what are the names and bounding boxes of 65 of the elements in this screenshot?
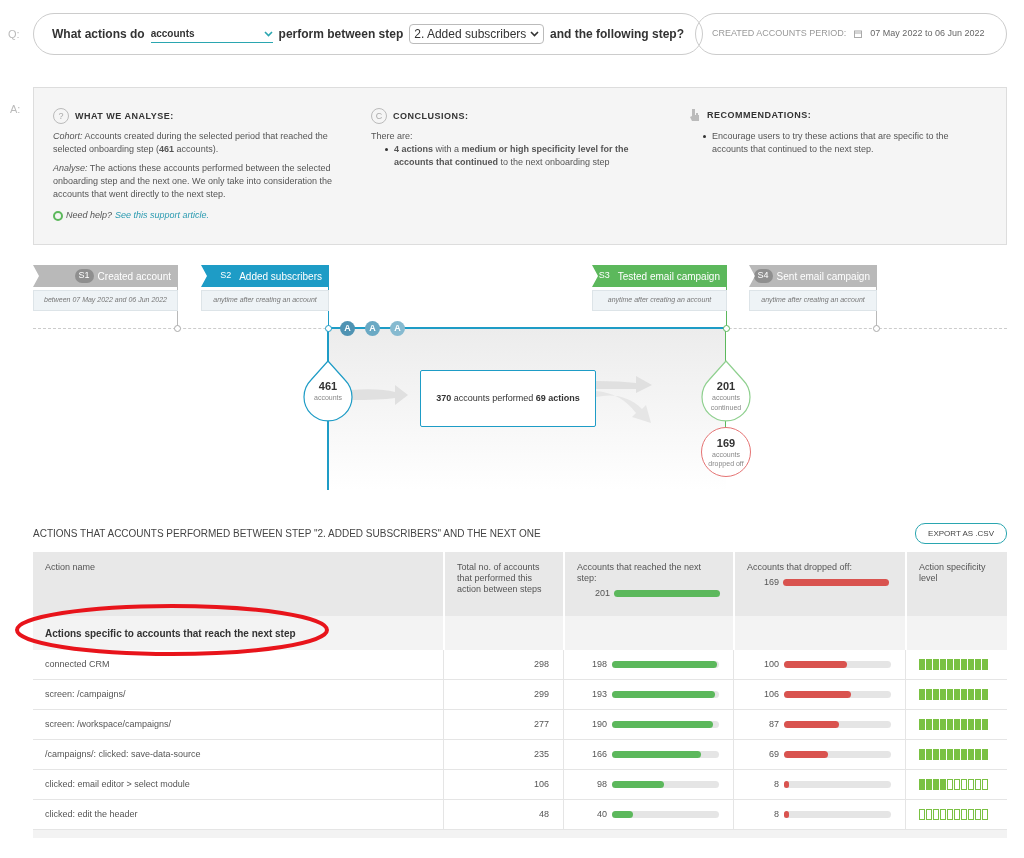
bullet-text: Encourage users to try these actions that are specific to the accounts that continued to the next step. — [712, 130, 950, 156]
step-number: S3 — [597, 269, 611, 283]
section-paragraph: Cohort: Accounts created during the selected period that reached the selected onboarding step (461 accounts). — [53, 130, 329, 156]
count-value: 169 — [716, 436, 736, 450]
bar-value: 166 — [591, 747, 607, 761]
step-label: Tested email campaign — [617, 269, 720, 284]
table-cell-text: 298 — [533, 657, 549, 671]
step-label: Added subscribers — [239, 269, 322, 284]
step-flag[interactable]: S2 Added subscribers — [201, 265, 329, 287]
action-name: clicked: email editor > select module — [44, 777, 191, 791]
table-cell-text: 277 — [533, 717, 549, 731]
summary-text: 370 accounts performed 69 actions — [436, 391, 580, 405]
bar-value: 8 — [774, 807, 779, 821]
bar-value: 69 — [769, 747, 779, 761]
bar-value: 169 — [764, 577, 780, 588]
action-name: /campaigns/: clicked: save-data-source — [44, 747, 202, 761]
action-name: screen: /campaigns/ — [44, 687, 127, 701]
step-flag[interactable]: S4 Sent email campaign — [749, 265, 877, 287]
query-text: perform between step — [278, 26, 404, 43]
group-heading: Actions specific to accounts that reach the next step — [45, 626, 296, 641]
query-text: and the following step? — [550, 26, 684, 43]
bar-value: 193 — [591, 687, 607, 701]
step-flag[interactable]: S1 Created account — [33, 265, 178, 287]
count-value: 461 — [318, 380, 338, 393]
entity-dropdown[interactable]: accounts — [150, 25, 273, 43]
table-cell-text: 235 — [533, 747, 549, 761]
answer-marker: A: — [9, 102, 22, 117]
bullet-text: 4 actions with a medium or high specificity level for the accounts that continued to the next onboarding step — [394, 143, 630, 169]
table-cell-text: 48 — [539, 807, 549, 821]
section-paragraph: There are: — [371, 130, 414, 143]
bar-value: 201 — [595, 588, 611, 599]
section-title: RECOMMENDATIONS: — [707, 108, 812, 122]
section-title: WHAT WE ANALYSE: — [75, 109, 174, 123]
section-title: CONCLUSIONS: — [393, 109, 469, 123]
count-value: 201 — [716, 380, 736, 393]
help-text: Need help? — [66, 209, 113, 222]
bar-value: 98 — [597, 777, 607, 791]
action-name: screen: /workspace/campaigns/ — [44, 717, 173, 731]
bar-value: 100 — [763, 657, 779, 671]
export-button[interactable]: EXPORT AS .CSV — [915, 523, 1007, 544]
question-marker: Q: — [7, 26, 21, 42]
bar-value: 198 — [591, 657, 607, 671]
query-text: What actions do — [52, 26, 145, 43]
period-label: CREATED ACCOUNTS PERIOD: — [712, 27, 847, 41]
step-number: S2 — [219, 269, 233, 283]
bar-value: 8 — [774, 777, 779, 791]
table-cell-text: 299 — [533, 687, 549, 701]
bar-value: 87 — [769, 717, 779, 731]
step-label: Created account — [97, 269, 171, 284]
column-header: Action name — [44, 561, 97, 574]
bar-value: 106 — [763, 687, 779, 701]
action-name: connected CRM — [44, 657, 111, 671]
bar-value: 190 — [591, 717, 607, 731]
step-label: Sent email campaign — [776, 269, 870, 284]
table-title: ACTIONS THAT ACCOUNTS PERFORMED BETWEEN STEP "2. ADDED SUBSCRIBERS" AND THE NEXT ONE — [33, 527, 541, 541]
step-dropdown[interactable]: 2. Added subscribers — [409, 24, 544, 44]
support-link[interactable]: See this support article. — [115, 209, 210, 222]
period-value: 07 May 2022 to 06 Jun 2022 — [870, 27, 985, 41]
action-name: clicked: edit the header — [44, 807, 139, 821]
bar-value: 40 — [597, 807, 607, 821]
step-flag[interactable]: S3 Tested email campaign — [592, 265, 727, 287]
table-cell-text: 106 — [533, 777, 549, 791]
step-number: S1 — [74, 269, 94, 283]
section-paragraph: Analyse: The actions these accounts performed between the selected onboarding step and the next one. We only take into consideration the accounts that went directly to the next step. — [53, 162, 334, 201]
step-number: S4 — [753, 269, 773, 283]
